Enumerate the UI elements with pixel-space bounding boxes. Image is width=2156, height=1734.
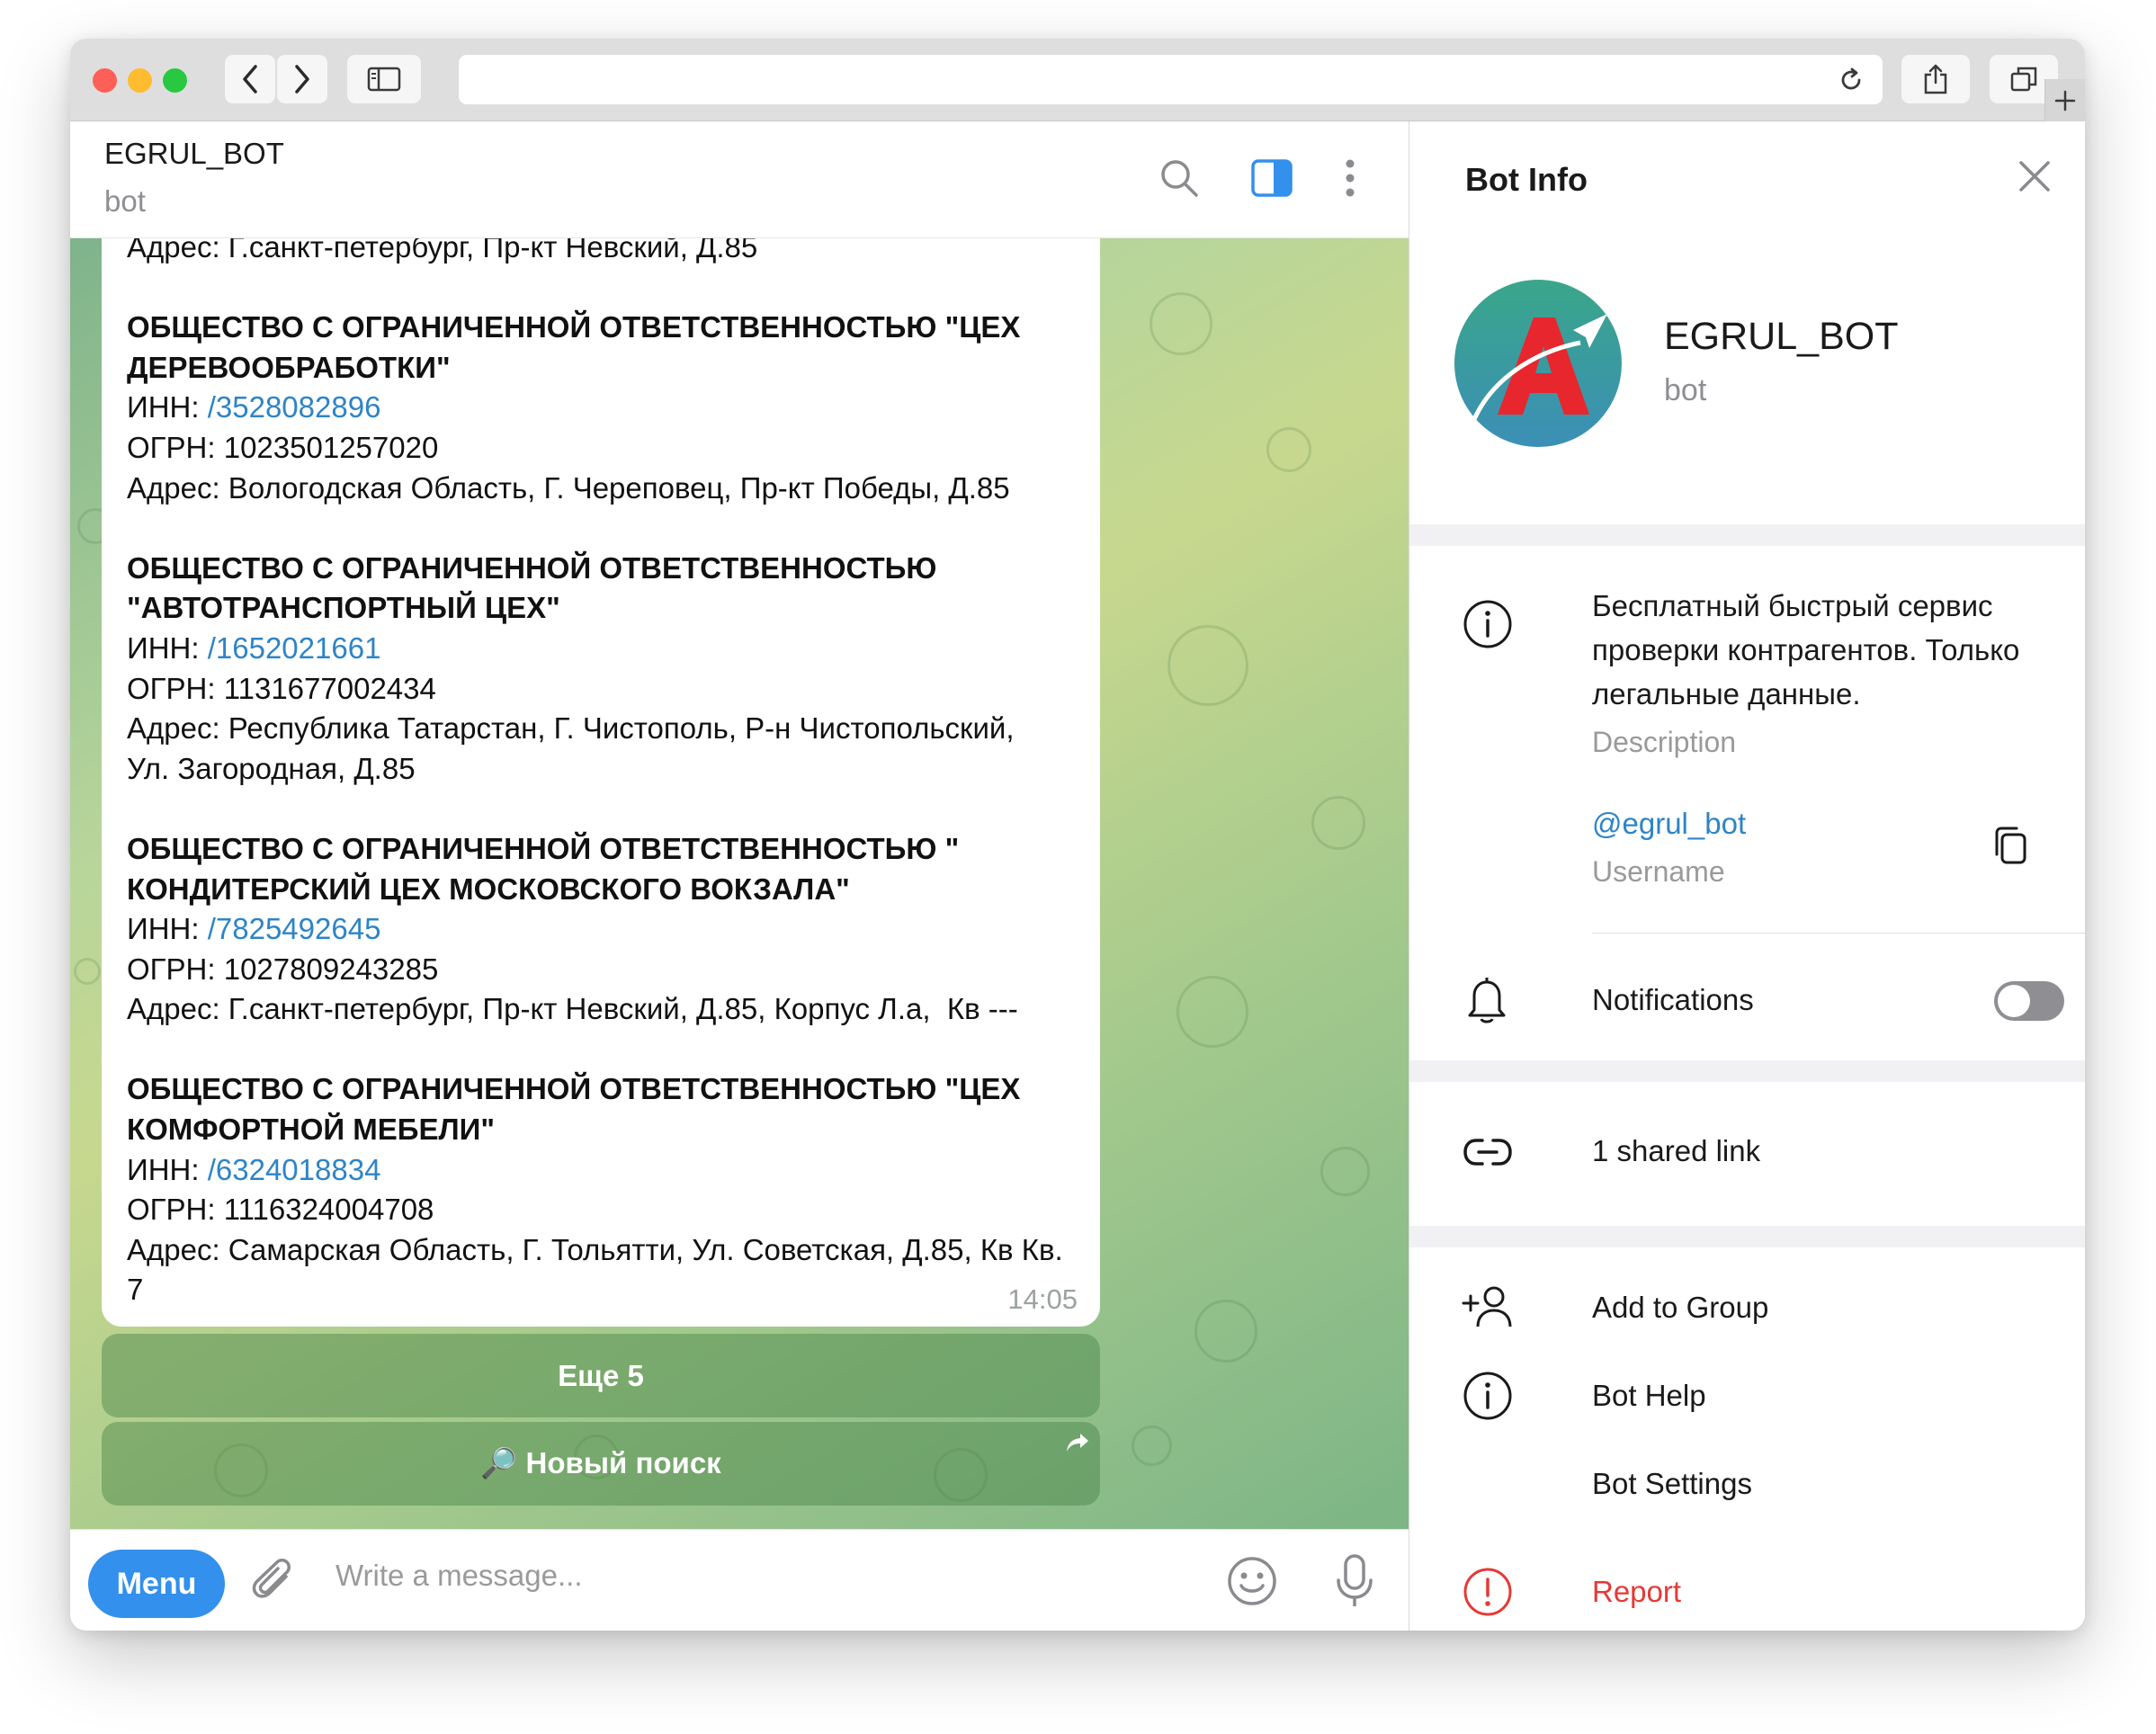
company-name: КОНДИТЕРСКИЙ ЦЕХ МОСКОВСКОГО ВОКЗАЛА": [127, 871, 850, 906]
chat-subtitle: bot: [104, 184, 146, 218]
chat-header[interactable]: EGRUL_BOT bot: [70, 121, 1409, 238]
share-button[interactable]: [1901, 55, 1970, 103]
bot-profile-card: Bot Info EGRUL_BOT bot: [1409, 121, 2085, 524]
ogrn-line: ОГРН: 1027809243285: [127, 952, 439, 986]
info-icon: [1463, 600, 1512, 648]
ogrn-line: ОГРН: 1131677002434: [127, 671, 436, 705]
chevron-left-icon: [243, 65, 257, 94]
link-icon: [1463, 1139, 1512, 1166]
new-search-button[interactable]: 🔎 Новый поиск: [102, 1422, 1100, 1506]
tabs-icon: [2010, 67, 2037, 92]
description-label: Description: [1592, 726, 1737, 758]
bell-icon: [1468, 978, 1506, 1023]
company-name: ОБЩЕСТВО С ОГРАНИЧЕННОЙ ОТВЕТСТВЕННОСТЬЮ…: [127, 1072, 1021, 1106]
copy-icon[interactable]: [1992, 825, 2028, 866]
browser-window: EGRUL_BOT bot Адрес: Г.санкт-петербург, …: [70, 39, 2085, 1631]
inn-line: ИНН: /3528082896: [127, 390, 381, 425]
back-button[interactable]: [225, 55, 275, 103]
microphone-icon[interactable]: [1334, 1553, 1375, 1609]
shared-links-label: 1 shared link: [1592, 1134, 1761, 1167]
message-composer: Menu Write a message...: [70, 1529, 1409, 1631]
address-line: Адрес: Вологодская Область, Г. Череповец…: [127, 470, 1010, 505]
message-text: Адрес: Г.санкт-петербург, Пр-кт Невский,…: [127, 238, 1080, 1310]
bot-settings-label: Bot Settings: [1592, 1467, 1752, 1500]
company-name: ДЕРЕВООБРАБОТКИ": [127, 350, 451, 384]
bot-menu-button[interactable]: Menu: [88, 1550, 225, 1618]
inn-line: ИНН: /7825492645: [127, 912, 381, 946]
address-line: Адрес: Г.санкт-петербург, Пр-кт Невский,…: [127, 238, 758, 264]
bot-subtitle: bot: [1664, 373, 1707, 407]
bot-actions-card: Add to Group Bot Help Bot Settings Repor…: [1409, 1247, 2085, 1631]
address-line: 7: [127, 1273, 144, 1307]
message-bubble[interactable]: Адрес: Г.санкт-петербург, Пр-кт Невский,…: [102, 238, 1100, 1327]
side-panel-icon[interactable]: [1250, 157, 1293, 199]
bot-username[interactable]: @egrul_bot: [1592, 807, 1746, 841]
ogrn-line: ОГРН: 1116324004708: [127, 1193, 434, 1227]
address-line: Адрес: Г.санкт-петербург, Пр-кт Невский,…: [127, 992, 1018, 1026]
chat-wallpaper: Адрес: Г.санкт-петербург, Пр-кт Невский,…: [70, 238, 1409, 1529]
plus-icon: [2054, 90, 2076, 111]
bot-details-card: Бесплатный быстрый сервис проверки контр…: [1409, 546, 2085, 1060]
sidebar-toggle-button[interactable]: [347, 55, 421, 103]
forward-button[interactable]: [277, 55, 327, 103]
username-label: Username: [1592, 855, 1725, 888]
address-line: Адрес: Республика Татарстан, Г. Чистопол…: [127, 711, 1015, 746]
share-icon: [1924, 64, 1947, 94]
close-window-button[interactable]: [93, 68, 117, 93]
minimize-window-button[interactable]: [128, 68, 152, 93]
help-info-icon: [1463, 1372, 1512, 1420]
company-name: ОБЩЕСТВО С ОГРАНИЧЕННОЙ ОТВЕТСТВЕННОСТЬЮ…: [127, 831, 960, 865]
reload-icon[interactable]: [1838, 67, 1865, 94]
company-name: ОБЩЕСТВО С ОГРАНИЧЕННОЙ ОТВЕТСТВЕННОСТЬЮ: [127, 550, 937, 585]
notifications-label: Notifications: [1592, 983, 1754, 1016]
new-tab-button[interactable]: [2044, 79, 2085, 121]
search-icon[interactable]: [1159, 157, 1200, 199]
more-results-button[interactable]: Еще 5: [102, 1334, 1100, 1417]
panel-title: Bot Info: [1465, 161, 1588, 198]
company-name: КОМФОРТНОЙ МЕБЕЛИ": [127, 1113, 496, 1147]
bot-description: Бесплатный быстрый сервис проверки контр…: [1592, 589, 2020, 711]
message-input[interactable]: Write a message...: [335, 1559, 583, 1593]
maximize-window-button[interactable]: [163, 68, 187, 93]
bot-info-panel: Bot Info EGRUL_BOT bot Бесплатный быстры…: [1409, 121, 2085, 1631]
more-options-icon[interactable]: [1343, 157, 1357, 199]
bot-name: EGRUL_BOT: [1664, 315, 1899, 358]
attach-icon[interactable]: [250, 1557, 300, 1607]
add-user-icon: [1462, 1286, 1512, 1327]
inn-link[interactable]: /6324018834: [208, 1153, 381, 1186]
add-to-group-label: Add to Group: [1592, 1291, 1769, 1324]
close-icon[interactable]: [2017, 159, 2052, 193]
report-icon: [1463, 1568, 1512, 1616]
chat-pane: EGRUL_BOT bot Адрес: Г.санкт-петербург, …: [70, 121, 1409, 1631]
browser-toolbar: [70, 39, 2085, 121]
chevron-right-icon: [295, 65, 309, 94]
address-bar[interactable]: [459, 55, 1883, 104]
ogrn-line: ОГРН: 1023501257020: [127, 430, 439, 464]
share-arrow-icon: [1067, 1434, 1088, 1452]
address-line: Ул. Загородная, Д.85: [127, 751, 416, 785]
inn-link[interactable]: /1652021661: [208, 631, 381, 665]
inn-link[interactable]: /3528082896: [208, 390, 381, 424]
shared-links-card[interactable]: 1 shared link: [1409, 1082, 2085, 1226]
company-name: ОБЩЕСТВО С ОГРАНИЧЕННОЙ ОТВЕТСТВЕННОСТЬЮ…: [127, 310, 1021, 344]
bot-avatar[interactable]: [1454, 280, 1622, 447]
inn-line: ИНН: /6324018834: [127, 1152, 381, 1186]
company-name: "АВТОТРАНСПОРТНЫЙ ЦЕХ": [127, 591, 560, 625]
inn-line: ИНН: /1652021661: [127, 630, 381, 665]
report-label: Report: [1592, 1575, 1682, 1608]
bot-help-label: Bot Help: [1592, 1379, 1706, 1412]
inn-link[interactable]: /7825492645: [208, 912, 381, 945]
notifications-toggle[interactable]: [1994, 981, 2064, 1021]
sidebar-icon: [367, 67, 401, 92]
emoji-icon[interactable]: [1226, 1555, 1278, 1607]
chat-title[interactable]: EGRUL_BOT: [104, 137, 284, 171]
new-search-label: 🔎 Новый поиск: [480, 1446, 721, 1479]
address-line: Адрес: Самарская Область, Г. Тольятти, У…: [127, 1232, 1063, 1266]
message-time: 14:05: [1007, 1283, 1078, 1315]
bot-logo-icon: [1454, 280, 1622, 447]
